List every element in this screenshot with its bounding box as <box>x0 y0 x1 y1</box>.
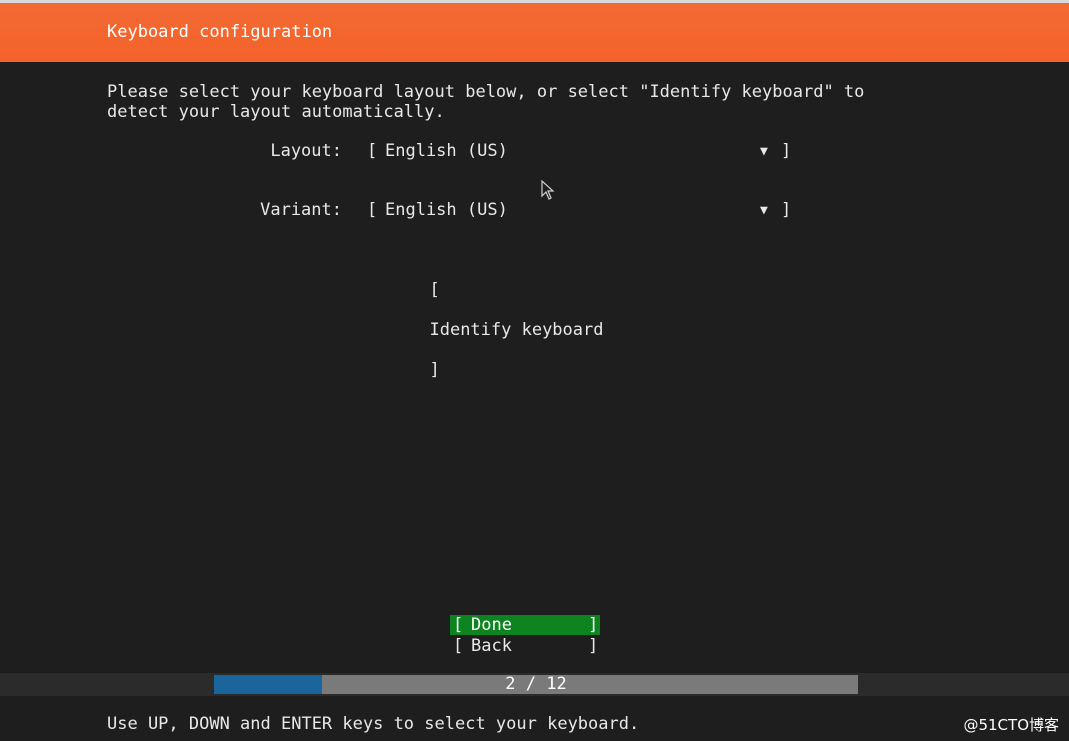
page-title: Keyboard configuration <box>107 22 333 42</box>
back-open-bracket: [ <box>453 636 464 656</box>
dropdown-arrow-icon: ▼ <box>760 203 768 218</box>
intro-text: Please select your keyboard layout below… <box>107 82 865 122</box>
layout-select-close-bracket: ] <box>781 141 792 161</box>
layout-select[interactable]: [ English (US) ▼ ] <box>367 141 792 163</box>
header-bar: Keyboard configuration <box>0 3 1069 62</box>
identify-keyboard-button[interactable]: [ Identify keyboard ] <box>409 260 603 380</box>
done-close-bracket: ] <box>588 615 599 635</box>
variant-select-close-bracket: ] <box>781 200 792 220</box>
back-button[interactable]: [ Back ] <box>450 636 600 656</box>
watermark-text: @51CTO博客 <box>963 716 1059 734</box>
progress-text: 2 / 12 <box>505 674 567 694</box>
back-label: Back <box>471 636 512 656</box>
progress-bar: 2 / 12 <box>214 675 858 694</box>
done-open-bracket: [ <box>453 615 464 635</box>
variant-label: Variant: <box>260 200 342 220</box>
done-button[interactable]: [ Done ] <box>450 615 600 635</box>
variant-select-value: English (US) <box>385 200 508 220</box>
mouse-cursor-icon <box>541 180 555 200</box>
done-label: Done <box>471 615 512 635</box>
layout-select-value: English (US) <box>385 141 508 161</box>
layout-label: Layout: <box>270 141 342 161</box>
variant-select-open-bracket: [ <box>367 200 378 220</box>
back-close-bracket: ] <box>588 636 599 656</box>
footer-help-text: Use UP, DOWN and ENTER keys to select yo… <box>107 714 640 734</box>
identify-open-bracket: [ <box>429 280 440 300</box>
identify-close-bracket: ] <box>429 360 440 380</box>
identify-keyboard-label: Identify keyboard <box>429 320 604 340</box>
dropdown-arrow-icon: ▼ <box>760 144 768 159</box>
variant-select[interactable]: [ English (US) ▼ ] <box>367 200 792 222</box>
layout-select-open-bracket: [ <box>367 141 378 161</box>
